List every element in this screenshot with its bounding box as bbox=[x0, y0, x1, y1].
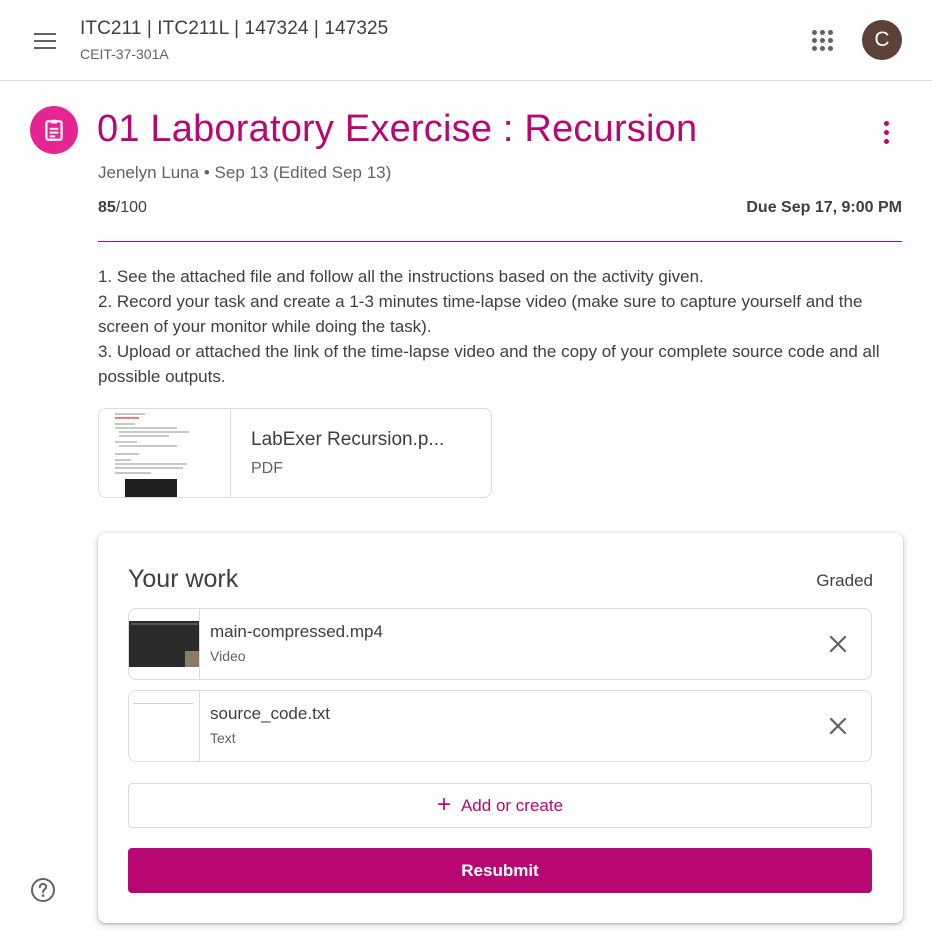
points-total: /100 bbox=[115, 199, 147, 216]
add-or-create-button[interactable]: + Add or create bbox=[128, 783, 872, 828]
course-section: CEIT-37-301A bbox=[80, 46, 169, 62]
pdf-thumbnail bbox=[99, 409, 231, 497]
attachment-card[interactable]: LabExer Recursion.p... PDF bbox=[98, 408, 492, 498]
instruction-line: 1. See the attached file and follow all … bbox=[98, 267, 704, 286]
file-type: Video bbox=[210, 648, 246, 664]
attachment-type: PDF bbox=[251, 460, 283, 477]
attachment-name: LabExer Recursion.p... bbox=[251, 429, 445, 450]
video-thumbnail bbox=[129, 609, 200, 679]
text-thumbnail bbox=[129, 691, 200, 761]
hamburger-menu-icon[interactable] bbox=[26, 22, 64, 60]
plus-icon: + bbox=[436, 790, 451, 818]
assignment-title: 01 Laboratory Exercise : Recursion bbox=[97, 108, 698, 150]
instructions: 1. See the attached file and follow all … bbox=[98, 264, 888, 389]
header-divider bbox=[98, 241, 902, 242]
points-earned: 85 bbox=[98, 199, 116, 216]
grade-status: Graded bbox=[816, 571, 873, 590]
your-work-title: Your work bbox=[128, 565, 239, 593]
remove-file-icon[interactable] bbox=[823, 711, 853, 741]
apps-grid-icon[interactable] bbox=[806, 24, 838, 56]
file-name: main-compressed.mp4 bbox=[210, 622, 383, 641]
remove-file-icon[interactable] bbox=[823, 629, 853, 659]
more-options-icon[interactable] bbox=[872, 114, 900, 150]
due-date: Due Sep 17, 9:00 PM bbox=[746, 199, 902, 216]
file-name: source_code.txt bbox=[210, 704, 331, 723]
file-type: Text bbox=[210, 730, 236, 746]
your-work-card: Your work Graded main-compressed.mp4 Vid… bbox=[98, 533, 903, 923]
account-avatar[interactable]: C bbox=[862, 20, 902, 60]
submitted-file-text[interactable]: source_code.txt Text bbox=[128, 690, 872, 762]
assignment-clipboard-icon bbox=[30, 106, 78, 154]
points-display: 85/100 bbox=[98, 199, 147, 217]
submitted-file-video[interactable]: main-compressed.mp4 Video bbox=[128, 608, 872, 680]
instruction-line: 3. Upload or attached the link of the ti… bbox=[98, 342, 880, 386]
author-date-line: Jenelyn Luna • Sep 13 (Edited Sep 13) bbox=[98, 163, 392, 182]
help-icon[interactable] bbox=[30, 877, 56, 903]
top-app-bar: ITC211 | ITC211L | 147324 | 147325 CEIT-… bbox=[0, 0, 932, 81]
resubmit-button[interactable]: Resubmit bbox=[128, 848, 872, 893]
course-title[interactable]: ITC211 | ITC211L | 147324 | 147325 bbox=[80, 18, 388, 40]
instruction-line: 2. Record your task and create a 1-3 min… bbox=[98, 292, 863, 336]
add-or-create-label: Add or create bbox=[460, 795, 564, 815]
